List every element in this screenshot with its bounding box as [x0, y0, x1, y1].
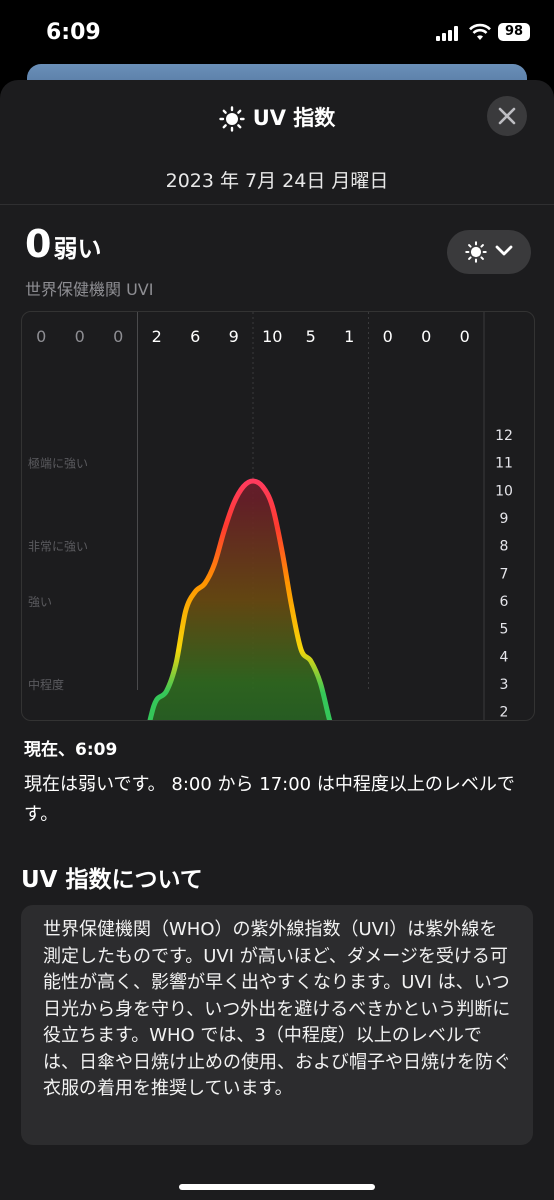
date-label: 2023 年 7月 24日 月曜日	[165, 170, 389, 192]
about-box: 世界保健機関（WHO）の紫外線指数（UVI）は紫外線を測定したものです。UVI …	[21, 905, 533, 1145]
hourly-uv-value: 0	[113, 327, 123, 346]
divider	[0, 204, 554, 205]
current-uv-value: 0	[25, 222, 52, 266]
current-uv-category: 弱い	[53, 235, 102, 263]
about-heading: UV 指数について	[21, 867, 203, 893]
uv-chart-svg: 00026910510001211109876543210極端に強い非常に強い強…	[28, 312, 513, 720]
sheet-header: UV 指数 2023 年 7月 24日 月曜日	[0, 80, 554, 206]
y-tick-label: 8	[500, 539, 509, 555]
current-time-label: 現在、6:09	[24, 740, 118, 760]
y-tick-label: 9	[500, 511, 509, 527]
hourly-uv-value: 9	[229, 327, 239, 346]
hourly-uv-value: 0	[75, 327, 85, 346]
status-bar: 6:09 98	[0, 0, 554, 64]
y-tick-label: 4	[500, 649, 509, 665]
hourly-uv-value: 1	[344, 327, 354, 346]
about-body: 世界保健機関（WHO）の紫外線指数（UVI）は紫外線を測定したものです。UVI …	[43, 919, 511, 1099]
y-tick-label: 5	[500, 622, 509, 638]
battery-indicator: 98	[498, 23, 530, 41]
y-tick-label: 3	[500, 677, 509, 693]
condition-picker-button[interactable]	[447, 230, 531, 274]
chevron-down-icon	[495, 245, 513, 256]
uv-level-label: 極端に強い	[28, 456, 88, 471]
y-tick-label: 2	[500, 705, 509, 720]
hourly-uv-value: 0	[36, 327, 46, 346]
hourly-uv-value: 2	[152, 327, 162, 346]
y-tick-label: 12	[495, 428, 513, 444]
sheet-title: UV 指数	[0, 102, 554, 132]
hourly-uv-value: 10	[262, 327, 282, 346]
uv-level-label: 強い	[28, 595, 52, 609]
uv-level-label: 中程度	[28, 677, 64, 692]
close-icon	[498, 107, 516, 125]
y-tick-label: 10	[495, 483, 513, 499]
y-tick-label: 6	[500, 594, 509, 610]
y-tick-label: 11	[495, 456, 513, 472]
uv-summary: 現在は弱いです。 8:00 から 17:00 は中程度以上のレベルです。	[24, 774, 515, 825]
sun-icon	[465, 241, 487, 263]
hourly-uv-value: 5	[306, 327, 316, 346]
hourly-uv-value: 6	[190, 327, 200, 346]
uv-level-label: 非常に強い	[28, 540, 88, 554]
y-tick-label: 7	[500, 566, 509, 582]
cellular-signal-icon	[436, 25, 462, 41]
sheet-title-text: UV 指数	[252, 106, 336, 130]
uv-index-sheet: UV 指数 2023 年 7月 24日 月曜日 0弱い 世界保健機関 UVI 0…	[0, 80, 554, 1200]
home-indicator[interactable]	[179, 1184, 375, 1190]
hourly-uv-value: 0	[421, 327, 431, 346]
status-time: 6:09	[46, 20, 101, 45]
hourly-uv-value: 0	[460, 327, 470, 346]
uv-area	[150, 481, 330, 720]
hourly-uv-value: 0	[383, 327, 393, 346]
current-uv: 0弱い	[25, 222, 101, 266]
uv-source-label: 世界保健機関 UVI	[25, 280, 154, 299]
wifi-icon	[469, 23, 491, 40]
close-button[interactable]	[487, 96, 527, 136]
uv-chart[interactable]: 00026910510001211109876543210極端に強い非常に強い強…	[21, 311, 535, 721]
sun-icon	[218, 106, 245, 132]
